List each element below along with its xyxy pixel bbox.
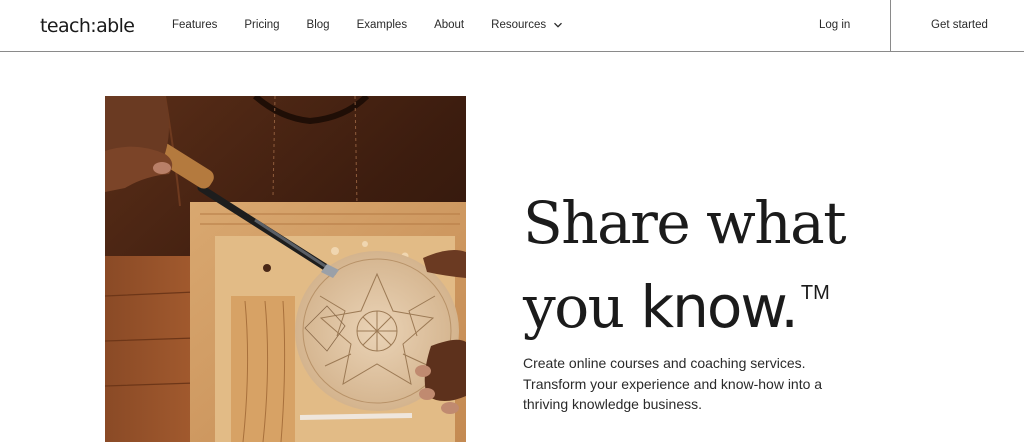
hero-subtext: Create online courses and coaching servi… xyxy=(523,355,823,412)
hero-image xyxy=(105,96,466,442)
login-link[interactable]: Log in xyxy=(819,19,850,31)
main-nav: Features Pricing Blog Examples About Res… xyxy=(172,19,563,31)
teachable-logo[interactable]: teach:able xyxy=(40,15,135,37)
chevron-down-icon xyxy=(554,22,563,28)
nav-link-examples[interactable]: Examples xyxy=(357,19,408,31)
headline-line2-strong: know. xyxy=(640,273,798,341)
nav-resources-dropdown[interactable]: Resources xyxy=(491,19,563,31)
nav-resources-label: Resources xyxy=(491,19,547,31)
nav-link-pricing[interactable]: Pricing xyxy=(244,19,279,31)
wood-carving-photo xyxy=(105,96,466,442)
headline-line2-light: you xyxy=(523,273,625,341)
nav-link-about[interactable]: About xyxy=(434,19,464,31)
hero-headline: Share what you know. TM xyxy=(523,188,903,342)
trademark-mark: TM xyxy=(800,282,830,304)
top-navbar: teach:able Features Pricing Blog Example… xyxy=(0,0,1024,52)
nav-link-features[interactable]: Features xyxy=(172,19,217,31)
headline-line1: Share what xyxy=(523,189,847,257)
nav-divider xyxy=(890,0,891,52)
nav-link-blog[interactable]: Blog xyxy=(307,19,330,31)
get-started-button[interactable]: Get started xyxy=(931,19,988,31)
